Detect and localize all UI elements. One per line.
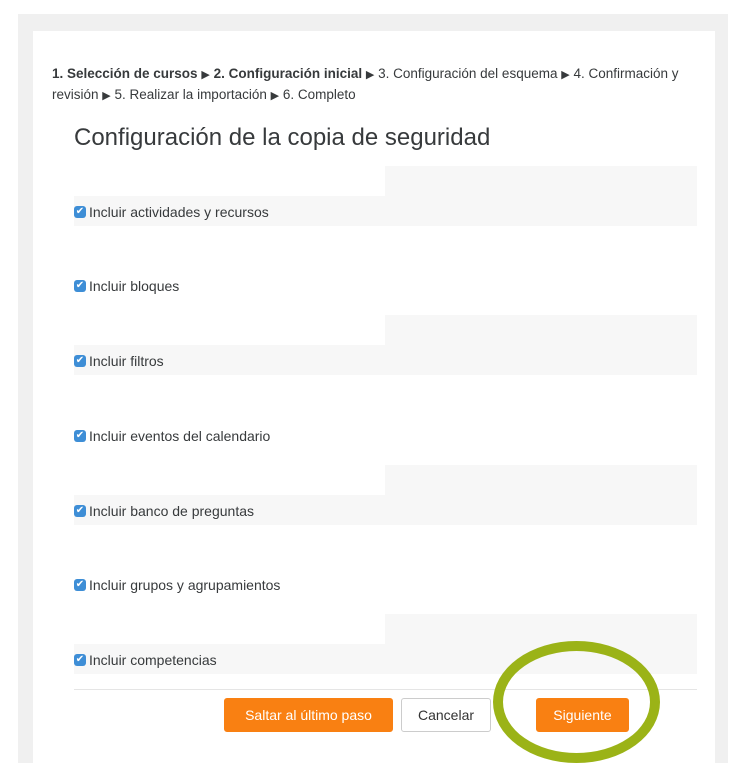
section-title: Configuración de la copia de seguridad (74, 124, 491, 151)
breadcrumb-separator: ▶ (270, 90, 280, 102)
breadcrumb-separator: ▶ (201, 69, 210, 81)
checkbox-checked-icon[interactable]: ✔ (74, 505, 86, 517)
divider (74, 689, 697, 690)
option-label: Incluir eventos del calendario (89, 428, 271, 444)
option-row: ✔ Incluir eventos del calendario (74, 390, 697, 450)
option-label: Incluir competencias (89, 652, 217, 668)
breadcrumb-step-2: 2. Configuración inicial (213, 66, 363, 81)
option-row: ✔ Incluir grupos y agrupamientos (74, 539, 697, 599)
option-label: Incluir filtros (89, 353, 164, 369)
option-filters[interactable]: ✔ Incluir filtros (74, 351, 164, 371)
option-calendar-events[interactable]: ✔ Incluir eventos del calendario (74, 426, 270, 446)
option-row: ✔ Incluir banco de preguntas (74, 465, 697, 525)
option-competencies[interactable]: ✔ Incluir competencias (74, 650, 217, 670)
option-row: ✔ Incluir actividades y recursos (74, 166, 697, 226)
cancel-button[interactable]: Cancelar (401, 698, 491, 732)
checkbox-checked-icon[interactable]: ✔ (74, 430, 86, 442)
option-label: Incluir banco de preguntas (89, 503, 254, 519)
checkbox-checked-icon[interactable]: ✔ (74, 654, 86, 666)
checkbox-checked-icon[interactable]: ✔ (74, 579, 86, 591)
breadcrumb-separator: ▶ (561, 69, 570, 81)
breadcrumb-step-1: 1. Selección de cursos (52, 66, 198, 81)
checkbox-checked-icon[interactable]: ✔ (74, 355, 86, 367)
option-question-bank[interactable]: ✔ Incluir banco de preguntas (74, 501, 254, 521)
skip-to-last-step-button[interactable]: Saltar al último paso (224, 698, 393, 732)
option-row: ✔ Incluir filtros (74, 315, 697, 375)
breadcrumb-step-6: 6. Completo (282, 87, 356, 102)
option-label: Incluir bloques (89, 278, 180, 294)
breadcrumb-step-5: 5. Realizar la importación (114, 87, 267, 102)
option-groups[interactable]: ✔ Incluir grupos y agrupamientos (74, 575, 280, 595)
option-label: Incluir grupos y agrupamientos (89, 577, 281, 593)
option-row: ✔ Incluir competencias (74, 614, 697, 674)
checkbox-checked-icon[interactable]: ✔ (74, 280, 86, 292)
breadcrumb-separator: ▶ (102, 90, 111, 102)
option-row: ✔ Incluir bloques (74, 240, 697, 300)
option-activities[interactable]: ✔ Incluir actividades y recursos (74, 202, 269, 222)
breadcrumb-separator: ▶ (365, 69, 375, 81)
checkbox-checked-icon[interactable]: ✔ (74, 206, 86, 218)
breadcrumb-step-3: 3. Configuración del esquema (378, 66, 558, 81)
breadcrumb: 1. Selección de cursos ▶ 2. Configuració… (52, 64, 692, 106)
next-button[interactable]: Siguiente (536, 698, 629, 732)
option-label: Incluir actividades y recursos (89, 204, 269, 220)
option-blocks[interactable]: ✔ Incluir bloques (74, 276, 179, 296)
